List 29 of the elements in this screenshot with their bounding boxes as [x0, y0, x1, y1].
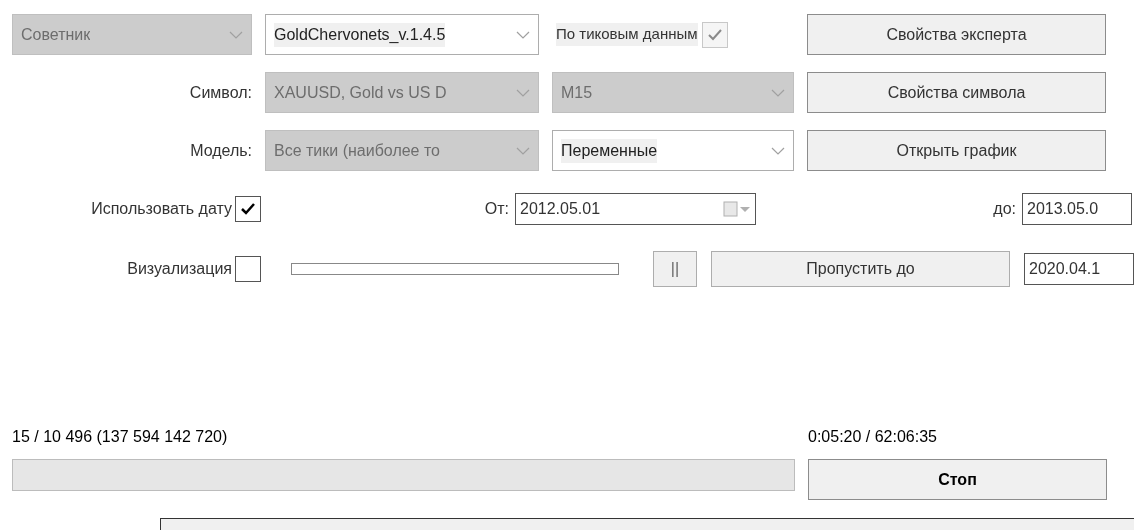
chevron-icon [516, 30, 530, 39]
checkmark-icon [240, 202, 256, 216]
date-field[interactable]: 2013.05.0 [1022, 193, 1132, 225]
speed-slider[interactable] [291, 263, 619, 275]
dropdown[interactable]: GoldChervonets_v.1.4.5 [265, 14, 539, 55]
chevron-icon [771, 146, 785, 155]
tick-data-label: По тиковым данным [556, 23, 698, 46]
chevron-icon [229, 30, 243, 39]
visualization-label: Визуализация [127, 259, 232, 279]
pause-button[interactable]: || [653, 251, 697, 287]
date-field[interactable]: 2012.05.01 [515, 193, 756, 225]
skip-button[interactable]: Пропустить до [711, 251, 1010, 287]
use-date-label: Использовать дату [91, 199, 232, 219]
button[interactable]: Свойства эксперта [807, 14, 1106, 55]
checkmark-icon [706, 27, 723, 42]
chevron-icon [771, 88, 785, 97]
chevron-icon [516, 146, 530, 155]
button[interactable]: Стоп [808, 459, 1107, 500]
calendar-icon [723, 201, 751, 217]
from-label: От: [484, 199, 509, 219]
checkbox[interactable] [235, 196, 261, 222]
elapsed-time: 0:05:20 / 62:06:35 [808, 427, 937, 447]
symbol-label: Символ: [189, 82, 252, 103]
date-field[interactable]: 2020.04.1 [1024, 253, 1134, 285]
checkbox[interactable] [235, 256, 261, 282]
progress-count: 15 / 10 496 (137 594 142 720) [12, 427, 229, 447]
chevron-icon [516, 88, 530, 97]
model-label: Модель: [190, 140, 252, 161]
to-label: до: [993, 199, 1016, 219]
